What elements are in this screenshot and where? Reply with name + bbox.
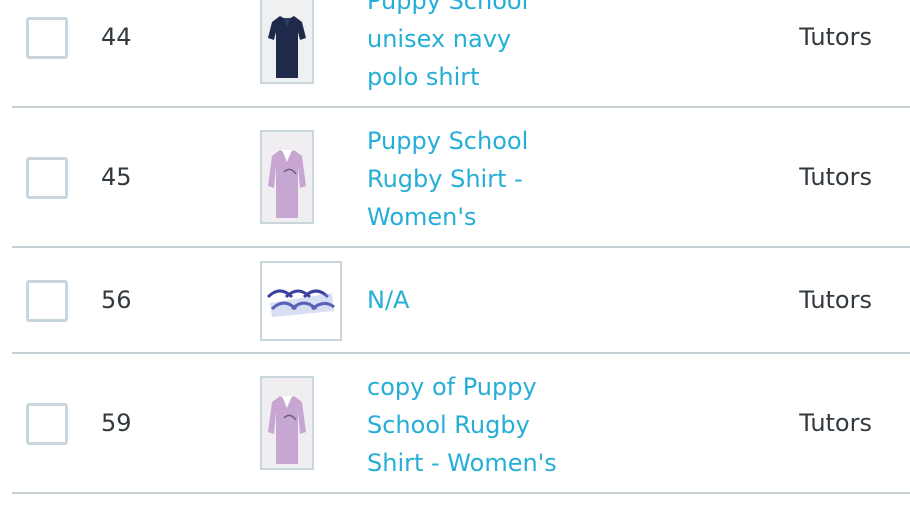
product-name-link[interactable]: N/A: [367, 281, 567, 319]
blue-white-pattern-thumbnail[interactable]: [260, 261, 342, 341]
navy-polo-shirt-thumbnail[interactable]: [260, 0, 314, 84]
row-select-checkbox[interactable]: [26, 157, 68, 199]
row-select-checkbox[interactable]: [26, 280, 68, 322]
row-select-checkbox[interactable]: [26, 403, 68, 445]
product-table: 44 Puppy School unisex navy polo shirt T…: [12, 0, 910, 494]
table-row: 59 copy of Puppy School Rugby Shirt - Wo…: [12, 354, 910, 494]
table-row: 56 N/A Tutors: [12, 248, 910, 354]
pink-rugby-shirt-thumbnail[interactable]: [260, 130, 314, 224]
product-name-link[interactable]: copy of Puppy School Rugby Shirt - Women…: [367, 368, 567, 482]
pink-rugby-shirt-thumbnail[interactable]: [260, 376, 314, 470]
row-group: Tutors: [799, 163, 872, 191]
table-row: 45 Puppy School Rugby Shirt - Women's Tu…: [12, 108, 910, 248]
row-id: 44: [101, 23, 132, 51]
row-group: Tutors: [799, 23, 872, 51]
row-id: 59: [101, 409, 132, 437]
table-row: 44 Puppy School unisex navy polo shirt T…: [12, 0, 910, 108]
row-group: Tutors: [799, 286, 872, 314]
product-name-link[interactable]: Puppy School unisex navy polo shirt: [367, 0, 567, 96]
row-select-checkbox[interactable]: [26, 17, 68, 59]
product-name-link[interactable]: Puppy School Rugby Shirt - Women's: [367, 122, 567, 236]
row-group: Tutors: [799, 409, 872, 437]
row-id: 45: [101, 163, 132, 191]
row-id: 56: [101, 286, 132, 314]
